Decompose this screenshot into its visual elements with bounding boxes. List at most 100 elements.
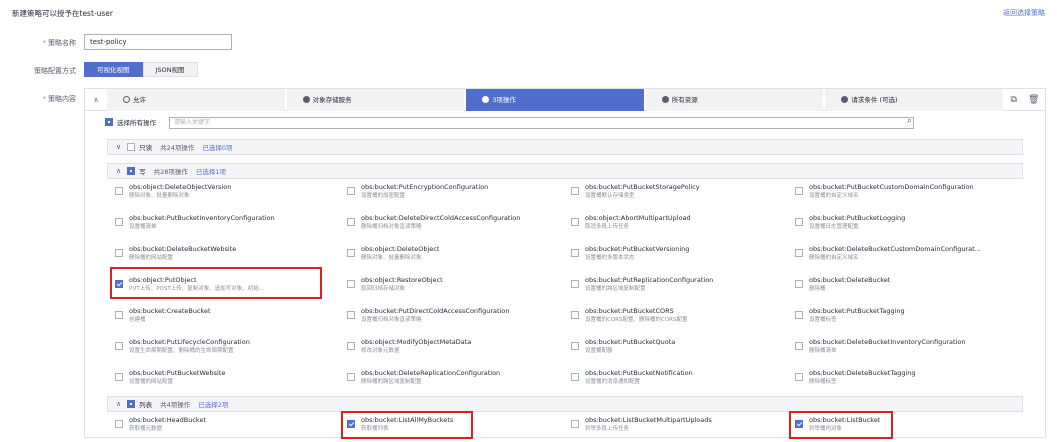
action-description: 删除桶归档对象直读策略 bbox=[361, 224, 422, 230]
action-name: obs:bucket:PutBucketNotification bbox=[585, 369, 693, 377]
tab-json-view[interactable]: JSON视图 bbox=[142, 62, 198, 77]
action-item[interactable]: obs:bucket:PutBucketNotification 设置桶的消息通知… bbox=[571, 369, 776, 395]
action-checkbox[interactable] bbox=[795, 249, 803, 257]
step-resources-label: 所有资源 bbox=[671, 96, 698, 104]
action-item[interactable]: obs:bucket:DeleteReplicationConfiguratio… bbox=[347, 369, 552, 395]
action-checkbox[interactable] bbox=[795, 373, 803, 381]
action-item[interactable]: obs:bucket:PutLifecycleConfiguration 设置生命… bbox=[115, 338, 320, 364]
action-checkbox[interactable] bbox=[571, 280, 579, 288]
action-item[interactable]: obs:bucket:PutBucketStoragePolicy 设置桶默认存储… bbox=[571, 183, 776, 209]
action-checkbox[interactable] bbox=[347, 342, 355, 350]
highlight-box-putobject bbox=[110, 267, 322, 299]
action-checkbox[interactable] bbox=[115, 420, 123, 428]
action-item[interactable]: obs:bucket:PutBucketQuota 设置桶配额 bbox=[571, 338, 776, 364]
action-item[interactable]: obs:bucket:DeleteBucketInventoryConfigur… bbox=[795, 338, 1000, 364]
action-item[interactable]: obs:object:DeleteObjectVersion 删除对象、批量删除对… bbox=[115, 183, 320, 209]
action-checkbox[interactable] bbox=[795, 311, 803, 319]
group-list-checkbox[interactable] bbox=[127, 400, 136, 408]
action-item[interactable]: obs:bucket:HeadBucket 获取桶元数据 bbox=[115, 416, 320, 442]
action-item[interactable]: obs:bucket:ListBucketMultipartUploads 列举多… bbox=[571, 416, 776, 442]
action-checkbox[interactable] bbox=[571, 373, 579, 381]
action-checkbox[interactable] bbox=[347, 187, 355, 195]
action-description: 设置桶日志管理配置 bbox=[809, 224, 859, 230]
action-search-input[interactable]: 请输入关键字 bbox=[169, 117, 914, 129]
action-checkbox[interactable] bbox=[571, 311, 579, 319]
action-checkbox[interactable] bbox=[115, 187, 123, 195]
action-description: 列举多段上传任务 bbox=[585, 426, 630, 432]
action-item[interactable]: obs:bucket:DeleteBucketTagging 删除桶标签 bbox=[795, 369, 1000, 395]
action-text: obs:object:DeleteObjectVersion 删除对象、批量删除对… bbox=[129, 183, 231, 200]
action-item[interactable]: obs:object:AbortMultipartUpload 取消多段上传任务 bbox=[571, 214, 776, 240]
action-checkbox[interactable] bbox=[795, 280, 803, 288]
action-checkbox[interactable] bbox=[347, 280, 355, 288]
action-checkbox[interactable] bbox=[115, 373, 123, 381]
action-item[interactable]: obs:bucket:DeleteBucketCustomDomainConfi… bbox=[795, 245, 1000, 271]
action-checkbox[interactable] bbox=[347, 218, 355, 226]
action-item[interactable]: obs:bucket:PutEncryptionConfiguration 设置桶… bbox=[347, 183, 552, 209]
action-item[interactable]: obs:bucket:PutBucketLogging 设置桶日志管理配置 bbox=[795, 214, 1000, 240]
action-checkbox[interactable] bbox=[571, 342, 579, 350]
action-checkbox[interactable] bbox=[115, 218, 123, 226]
action-item[interactable]: obs:bucket:PutBucketTagging 设置桶标签 bbox=[795, 307, 1000, 333]
tab-visual-view[interactable]: 可视化视图 bbox=[84, 62, 143, 77]
action-checkbox[interactable] bbox=[347, 249, 355, 257]
action-text: obs:bucket:PutDirectColdAccessConfigurat… bbox=[361, 307, 509, 324]
action-item[interactable]: obs:bucket:DeleteDirectColdAccessConfigu… bbox=[347, 214, 552, 240]
group-list-header[interactable]: ∧ 列表 共4项操作 已选择2项 bbox=[107, 396, 1023, 412]
chevron-down-icon[interactable]: ∨ bbox=[116, 143, 121, 151]
copy-icon[interactable]: ⧉ bbox=[1011, 95, 1017, 105]
step-service[interactable]: 对象存储服务 bbox=[286, 89, 465, 111]
action-item[interactable]: obs:bucket:PutBucketInventoryConfigurati… bbox=[115, 214, 320, 240]
group-readonly-header[interactable]: ∨ 只读 共24项操作 已选择0项 bbox=[107, 139, 1023, 155]
action-checkbox[interactable] bbox=[571, 249, 579, 257]
step-effect[interactable]: 允许 bbox=[107, 89, 285, 111]
action-item[interactable]: obs:bucket:PutDirectColdAccessConfigurat… bbox=[347, 307, 552, 333]
action-text: obs:bucket:PutBucketWebsite 设置桶的网站配置 bbox=[129, 369, 225, 386]
chevron-up-icon[interactable]: ∧ bbox=[116, 167, 121, 175]
action-item[interactable]: obs:bucket:PutBucketCustomDomainConfigur… bbox=[795, 183, 1000, 209]
chevron-up-icon[interactable]: ∧ bbox=[85, 89, 107, 111]
action-description: 设置生命周期配置、删除桶的生命周期配置 bbox=[129, 348, 234, 354]
policy-content-label: * 策略内容 bbox=[16, 94, 77, 104]
policy-name-input[interactable]: test-policy bbox=[84, 34, 232, 50]
action-name: obs:bucket:PutReplicationConfiguration bbox=[585, 276, 714, 284]
group-write-checkbox[interactable] bbox=[127, 167, 136, 175]
action-item[interactable]: obs:object:ModifyObjectMetaData 修改对象元数据 bbox=[347, 338, 552, 364]
search-icon[interactable]: ⌕ bbox=[907, 116, 912, 126]
action-item[interactable]: obs:bucket:CreateBucket 创建桶 bbox=[115, 307, 320, 333]
action-description: 删除桶的跨区域复制配置 bbox=[361, 379, 422, 385]
action-checkbox[interactable] bbox=[115, 342, 123, 350]
action-checkbox[interactable] bbox=[115, 311, 123, 319]
action-item[interactable]: obs:bucket:DeleteBucket 删除桶 bbox=[795, 276, 1000, 302]
step-conditions[interactable]: 请求条件 (可选) bbox=[825, 89, 1003, 111]
back-to-policy-selection-link[interactable]: 返回选择策略 bbox=[1003, 8, 1045, 18]
delete-icon[interactable]: 🗑 bbox=[1028, 95, 1039, 105]
action-description: 删除桶标签 bbox=[809, 379, 837, 385]
action-checkbox[interactable] bbox=[115, 249, 123, 257]
action-item[interactable]: obs:object:DeleteObject 删除对象、批量删除对象 bbox=[347, 245, 552, 271]
step-resources[interactable]: 所有资源 bbox=[645, 89, 824, 111]
action-description: 删除桶清单 bbox=[809, 348, 837, 354]
action-checkbox[interactable] bbox=[571, 187, 579, 195]
group-list-selected: 已选择2项 bbox=[198, 401, 229, 409]
action-checkbox[interactable] bbox=[795, 342, 803, 350]
select-all-checkbox[interactable] bbox=[105, 118, 113, 126]
group-readonly-checkbox[interactable] bbox=[127, 143, 136, 151]
chevron-up-icon[interactable]: ∧ bbox=[116, 400, 121, 408]
action-item[interactable]: obs:bucket:PutReplicationConfiguration 设置… bbox=[571, 276, 776, 302]
step-actions[interactable]: 3项操作 bbox=[466, 89, 644, 111]
action-checkbox[interactable] bbox=[347, 311, 355, 319]
action-checkbox[interactable] bbox=[571, 420, 579, 428]
action-checkbox[interactable] bbox=[795, 218, 803, 226]
action-text: obs:bucket:PutBucketStoragePolicy 设置桶默认存储… bbox=[585, 183, 700, 200]
highlight-box-listallmybuckets bbox=[341, 411, 473, 439]
action-checkbox[interactable] bbox=[347, 373, 355, 381]
action-item[interactable]: obs:bucket:PutBucketVersioning 设置桶的多版本状态 bbox=[571, 245, 776, 271]
action-checkbox[interactable] bbox=[795, 187, 803, 195]
action-checkbox[interactable] bbox=[571, 218, 579, 226]
action-item[interactable]: obs:bucket:PutBucketCORS 设置桶的CORS配置、删除桶的C… bbox=[571, 307, 776, 333]
action-text: obs:bucket:PutBucketNotification 设置桶的消息通知… bbox=[585, 369, 693, 386]
action-item[interactable]: obs:bucket:PutBucketWebsite 设置桶的网站配置 bbox=[115, 369, 320, 395]
action-item[interactable]: obs:object:RestoreObject 取回归档存储对象 bbox=[347, 276, 552, 302]
group-write-header[interactable]: ∧ 写 共28项操作 已选择1项 bbox=[107, 163, 1023, 179]
